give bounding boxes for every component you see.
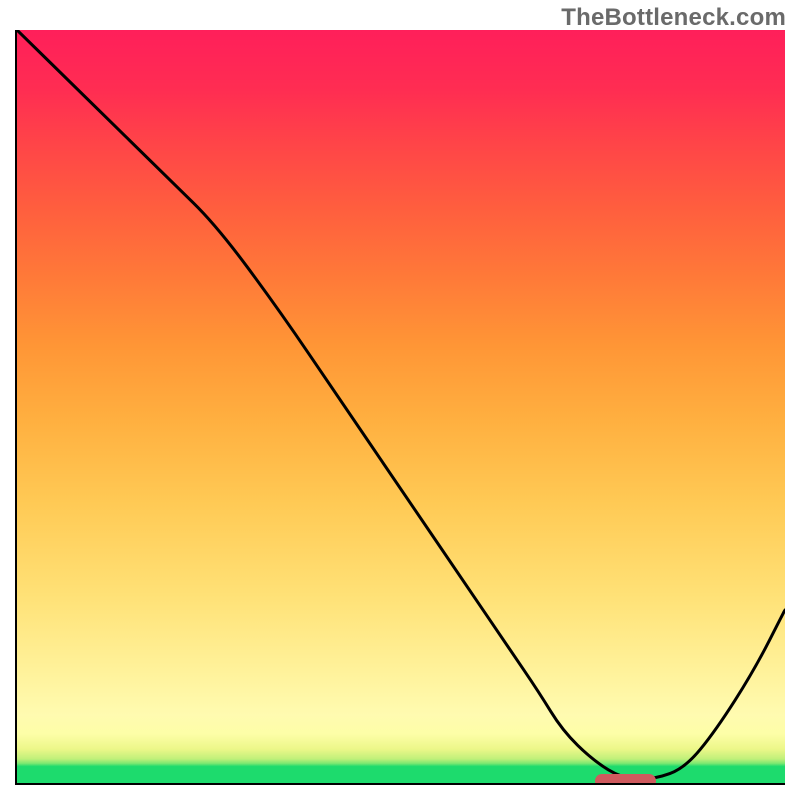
optimal-range-marker bbox=[595, 774, 657, 785]
plot-area bbox=[15, 30, 785, 785]
attribution-text: TheBottleneck.com bbox=[561, 4, 786, 32]
bottleneck-curve bbox=[17, 30, 785, 783]
chart-frame: TheBottleneck.com bbox=[0, 0, 800, 800]
